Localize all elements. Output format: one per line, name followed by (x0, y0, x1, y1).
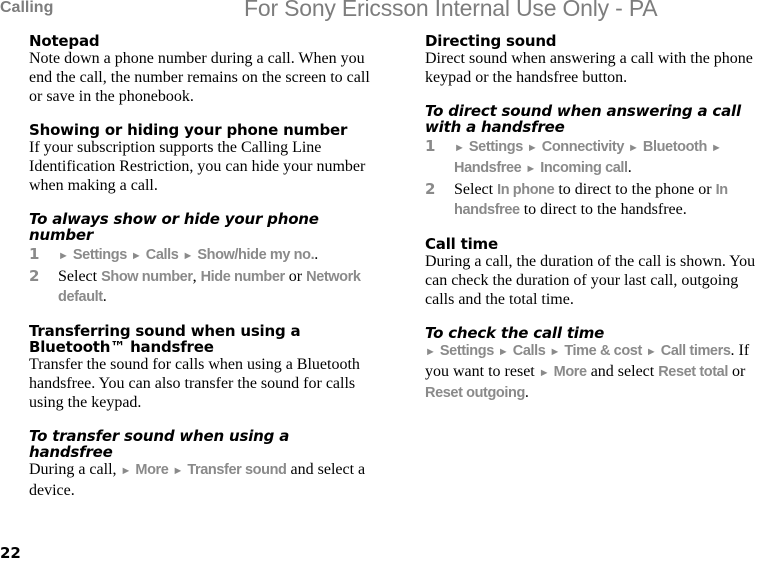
notepad-section: Notepad Note down a phone number during … (29, 33, 375, 106)
page-number: 22 (0, 544, 21, 562)
section-title: Calling (0, 0, 54, 16)
menu-item-settings: Settings (72, 247, 127, 263)
menu-arrow-icon: ► (130, 250, 142, 262)
menu-item-settings: Settings (468, 139, 523, 155)
menu-arrow-icon: ► (172, 465, 184, 477)
transferring-heading: Transferring sound when using a Bluetoot… (29, 322, 301, 356)
menu-arrow-icon: ► (628, 142, 639, 154)
menu-item-incoming-call: Incoming call (540, 160, 628, 176)
check-call-time-text: ► Settings ► Calls ► Time & cost ► Call … (425, 341, 763, 403)
step-2: 2 Select In phone to direct to the phone… (425, 180, 763, 220)
notepad-text: Note down a phone number during a call. … (29, 50, 370, 105)
menu-item-connectivity: Connectivity (541, 139, 625, 155)
option-hide-number: Hide number (200, 269, 286, 285)
menu-item-time-cost: Time & cost (564, 343, 642, 359)
menu-arrow-icon: ► (182, 250, 194, 262)
menu-arrow-icon: ► (538, 367, 550, 379)
show-hide-section: Showing or hiding your phone number If y… (29, 122, 375, 195)
menu-item-more: More (135, 462, 169, 478)
right-column: Directing sound Direct sound when answer… (425, 33, 763, 419)
option-in-phone: In phone (497, 182, 555, 198)
to-direct-heading: To direct sound when answering a call wi… (425, 102, 741, 136)
menu-item-calls: Calls (145, 247, 179, 263)
show-hide-heading: Showing or hiding your phone number (29, 121, 348, 139)
call-time-heading: Call time (425, 235, 498, 253)
step-prefix: Select (454, 181, 498, 198)
menu-arrow-icon: ► (497, 346, 509, 358)
left-column: Notepad Note down a phone number during … (29, 33, 375, 516)
separator: , (192, 268, 201, 285)
menu-item-bluetooth: Bluetooth (642, 139, 707, 155)
step-number: 1 (425, 137, 436, 155)
step-mid: to direct to the phone or (554, 181, 716, 198)
menu-item-show-hide: Show/hide my no. (197, 247, 315, 263)
directing-heading: Directing sound (425, 32, 557, 50)
to-direct-steps: 1 ► Settings ► Connectivity ► Bluetooth … (425, 137, 763, 220)
always-show-hide-steps: 1 ► Settings ► Calls ► Show/hide my no..… (29, 245, 375, 307)
menu-item-calls: Calls (512, 343, 546, 359)
to-transfer-section: To transfer sound when using a handsfree… (29, 428, 375, 500)
menu-arrow-icon: ► (645, 346, 657, 358)
step-number: 2 (29, 267, 40, 285)
step-suffix: . (314, 246, 319, 263)
always-show-hide-heading: To always show or hide your phone number (29, 210, 319, 244)
text-mid: or (727, 363, 746, 380)
menu-arrow-icon: ► (454, 142, 465, 154)
call-time-text: During a call, the duration of the call … (425, 253, 756, 308)
step-suffix: . (102, 288, 107, 305)
menu-item-call-timers: Call timers (660, 343, 731, 359)
to-transfer-text: During a call, ► More ► Transfer sound a… (29, 460, 375, 500)
menu-arrow-icon: ► (58, 250, 69, 262)
menu-arrow-icon: ► (120, 465, 132, 477)
menu-arrow-icon: ► (710, 142, 722, 154)
transferring-section: Transferring sound when using a Bluetoot… (29, 323, 375, 412)
step-number: 1 (29, 245, 40, 263)
to-transfer-heading: To transfer sound when using a handsfree (29, 427, 290, 461)
text-suffix: . (524, 384, 529, 401)
directing-section: Directing sound Direct sound when answer… (425, 33, 763, 87)
menu-arrow-icon: ► (526, 142, 538, 154)
step-2: 2 Select Show number, Hide number or Net… (29, 267, 375, 307)
watermark: For Sony Ericsson Internal Use Only - PA (244, 0, 658, 21)
to-direct-section: To direct sound when answering a call wi… (425, 103, 763, 220)
option-reset-total: Reset total (658, 364, 728, 380)
check-call-time-heading: To check the call time (425, 324, 605, 342)
step-suffix: . (627, 159, 632, 176)
show-hide-text: If your subscription supports the Callin… (29, 139, 366, 194)
option-reset-outgoing: Reset outgoing (425, 385, 525, 401)
option-show-number: Show number (101, 269, 193, 285)
step-prefix: Select (58, 268, 102, 285)
text-prefix: During a call, (29, 461, 121, 478)
menu-arrow-icon: ► (549, 346, 561, 358)
step-number: 2 (425, 180, 436, 198)
step-1: 1 ► Settings ► Calls ► Show/hide my no.. (29, 245, 375, 266)
call-time-section: Call time During a call, the duration of… (425, 236, 763, 309)
check-call-time-section: To check the call time ► Settings ► Call… (425, 325, 763, 403)
menu-arrow-icon: ► (525, 163, 537, 175)
menu-item-more: More (553, 364, 587, 380)
menu-item-handsfree: Handsfree (454, 160, 522, 176)
notepad-heading: Notepad (29, 32, 100, 50)
menu-arrow-icon: ► (425, 346, 436, 358)
text-mid: and select (586, 363, 659, 380)
step-suffix: to direct to the handsfree. (519, 201, 687, 218)
menu-item-transfer-sound: Transfer sound (187, 462, 287, 478)
manual-page: Calling For Sony Ericsson Internal Use O… (0, 0, 763, 562)
directing-text: Direct sound when answering a call with … (425, 50, 753, 86)
always-show-hide-section: To always show or hide your phone number… (29, 211, 375, 307)
step-1: 1 ► Settings ► Connectivity ► Bluetooth … (425, 137, 763, 179)
menu-item-settings: Settings (439, 343, 494, 359)
transferring-text: Transfer the sound for calls when using … (29, 356, 360, 411)
separator: or (284, 268, 307, 285)
